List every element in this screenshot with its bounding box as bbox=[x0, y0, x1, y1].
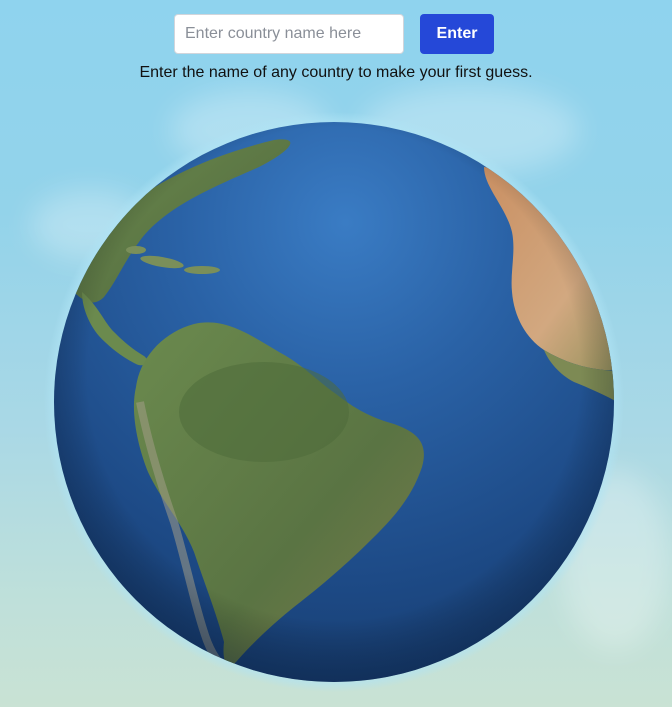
enter-button[interactable]: Enter bbox=[420, 14, 494, 54]
globe[interactable] bbox=[44, 112, 624, 692]
guess-form: Enter bbox=[0, 14, 672, 54]
instructions-text: Enter the name of any country to make yo… bbox=[139, 64, 533, 81]
globe-canvas[interactable] bbox=[44, 112, 624, 692]
country-input[interactable] bbox=[174, 14, 404, 54]
globe-shading bbox=[54, 122, 614, 682]
